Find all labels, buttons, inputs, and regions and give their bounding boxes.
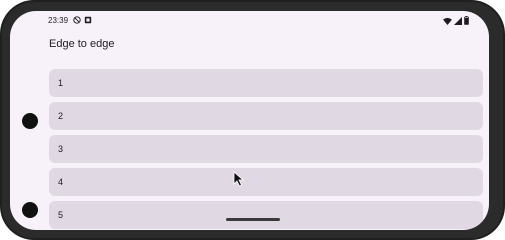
do-not-disturb-icon [73, 16, 81, 24]
list-item-label: 5 [58, 210, 64, 220]
list-item[interactable]: 4 [49, 168, 483, 196]
list-item[interactable]: 1 [49, 69, 483, 97]
status-bar: 23:39 [10, 11, 489, 31]
device-frame: 23:39 Edge to edge 1 2 3 4 5 [0, 0, 505, 240]
status-right-icons [443, 16, 469, 25]
list-item-label: 1 [58, 78, 64, 88]
battery-icon [464, 16, 469, 25]
signal-icon [454, 16, 462, 25]
camera-cutout [22, 113, 38, 129]
list-item[interactable]: 3 [49, 135, 483, 163]
page-title: Edge to edge [49, 38, 115, 50]
list-item[interactable]: 2 [49, 102, 483, 130]
item-list: 1 2 3 4 5 [49, 69, 483, 230]
wifi-icon [443, 17, 452, 25]
gesture-navigation-bar[interactable] [226, 218, 280, 221]
list-item-label: 3 [58, 144, 64, 154]
list-item-label: 2 [58, 111, 64, 121]
mouse-cursor-icon [233, 171, 245, 187]
phone-screen: 23:39 Edge to edge 1 2 3 4 5 [10, 11, 489, 230]
status-time: 23:39 [48, 16, 69, 25]
list-item[interactable]: 5 [49, 201, 483, 229]
notification-icon [84, 16, 92, 24]
list-item-label: 4 [58, 177, 64, 187]
camera-cutout [22, 202, 38, 218]
